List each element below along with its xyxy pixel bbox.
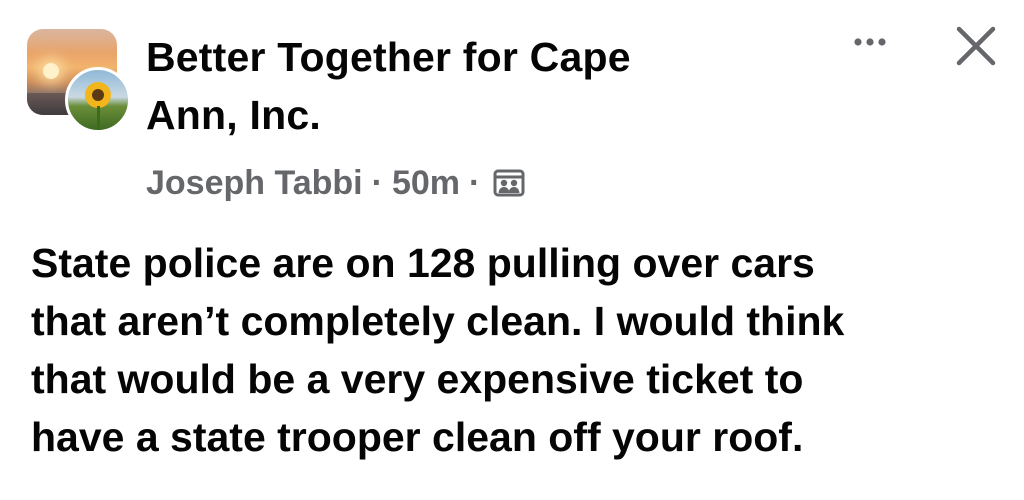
close-icon: [956, 26, 996, 66]
author-avatar[interactable]: [65, 67, 131, 133]
meta-separator: ·: [371, 163, 383, 202]
avatar-stack[interactable]: [27, 29, 131, 133]
author-name-link[interactable]: Joseph Tabbi: [146, 164, 363, 203]
sunflower-stem: [97, 106, 100, 130]
group-name-link[interactable]: Better Together for Cape Ann, Inc.: [146, 28, 786, 144]
close-button[interactable]: [953, 23, 999, 69]
post-meta: Joseph Tabbi · 50m ·: [146, 160, 526, 206]
post-timestamp-link[interactable]: 50m: [392, 164, 460, 203]
sunset-image: [43, 63, 59, 79]
meta-separator: ·: [469, 163, 481, 202]
sunflower-center: [92, 89, 104, 101]
more-options-icon: [854, 38, 886, 46]
post-body-text: State police are on 128 pulling over car…: [31, 240, 845, 460]
more-options-button[interactable]: [846, 28, 894, 58]
group-members-icon: [492, 166, 526, 200]
post-header: Better Together for Cape Ann, Inc. Josep…: [0, 0, 1024, 220]
